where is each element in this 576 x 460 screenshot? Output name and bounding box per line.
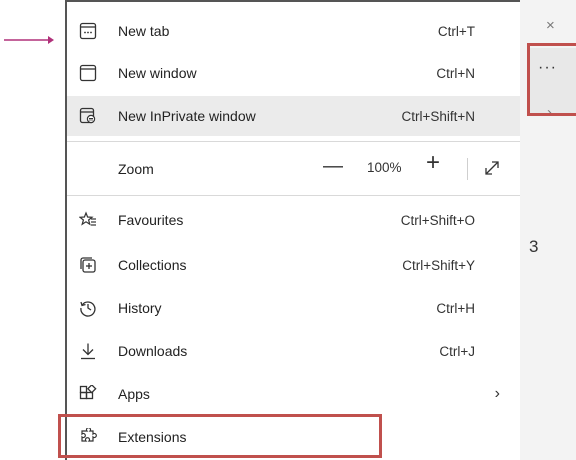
zoom-label: Zoom [118, 161, 154, 177]
menu-item-shortcut: Ctrl+Shift+Y [402, 257, 475, 273]
menu-item-shortcut: Ctrl+H [436, 300, 475, 316]
downloads-icon [79, 342, 97, 360]
menu-divider [67, 141, 520, 142]
menu-item-label: History [118, 300, 162, 316]
menu-item-shortcut: Ctrl+Shift+O [400, 212, 475, 228]
menu-item-label: Collections [118, 257, 187, 273]
apps-icon [79, 385, 97, 403]
menu-item-shortcut: Ctrl+Shift+N [401, 108, 475, 124]
zoom-in-button[interactable]: + [426, 151, 440, 175]
chevron-right-icon: › [494, 385, 500, 402]
highlight-box-extensions [58, 414, 382, 458]
menu-item-shortcut: Ctrl+N [436, 65, 475, 81]
menu-item-apps[interactable]: Apps › [67, 374, 520, 414]
history-icon [79, 299, 97, 317]
settings-menu: New tab Ctrl+T New window Ctrl+N New InP… [65, 0, 520, 460]
menu-item-new-window[interactable]: New window Ctrl+N [67, 53, 520, 93]
menu-item-shortcut: Ctrl+T [437, 23, 475, 39]
menu-item-new-tab[interactable]: New tab Ctrl+T [67, 11, 520, 51]
collections-icon [79, 256, 97, 274]
menu-divider [67, 195, 520, 196]
menu-item-label: Favourites [118, 212, 184, 228]
highlight-box-more-button [527, 43, 576, 116]
menu-item-history[interactable]: History Ctrl+H [67, 288, 520, 328]
zoom-level: 100% [367, 160, 402, 175]
zoom-separator [467, 158, 468, 180]
menu-item-label: New window [118, 65, 197, 81]
close-tab-icon[interactable]: × [546, 18, 555, 33]
favourites-icon [79, 211, 97, 229]
menu-item-label: Downloads [118, 343, 188, 359]
menu-item-label: New tab [118, 23, 170, 39]
annotation-arrow-icon [4, 36, 54, 44]
background-text: 3 [529, 237, 539, 256]
new-tab-icon [79, 22, 97, 40]
inprivate-icon [79, 107, 97, 125]
menu-item-collections[interactable]: Collections Ctrl+Shift+Y [67, 245, 520, 285]
new-window-icon [79, 64, 97, 82]
zoom-out-button[interactable]: — [323, 155, 343, 178]
menu-item-new-inprivate-window[interactable]: New InPrivate window Ctrl+Shift+N [67, 96, 520, 136]
menu-item-label: New InPrivate window [118, 108, 256, 124]
menu-item-favourites[interactable]: Favourites Ctrl+Shift+O [67, 200, 520, 240]
menu-item-zoom: Zoom — 100% + [67, 148, 520, 190]
menu-item-downloads[interactable]: Downloads Ctrl+J [67, 331, 520, 371]
menu-item-shortcut: Ctrl+J [439, 343, 475, 359]
fullscreen-icon[interactable] [483, 159, 501, 177]
menu-item-label: Apps [118, 386, 150, 402]
